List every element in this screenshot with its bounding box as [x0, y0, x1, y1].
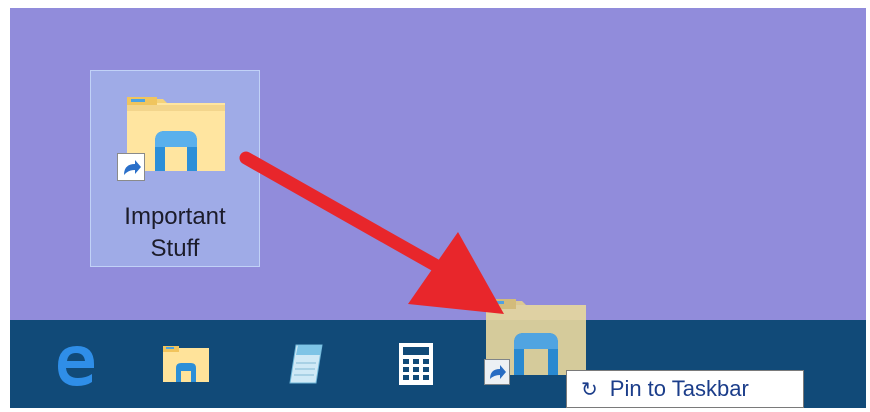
desktop-icon-label-line1: Important: [124, 203, 226, 230]
pin-to-taskbar-tooltip: ↻ Pin to Taskbar: [566, 370, 804, 408]
dragged-shortcut-ghost[interactable]: [484, 291, 588, 385]
shortcut-arrow-icon: [484, 359, 510, 385]
edge-icon: [58, 346, 94, 386]
desktop[interactable]: Important Stuff: [10, 8, 866, 320]
taskbar-button-notepad[interactable]: [266, 320, 346, 408]
tooltip-text: Pin to Taskbar: [609, 376, 749, 401]
taskbar-button-file-explorer[interactable]: [146, 320, 226, 408]
taskbar-button-calculator[interactable]: [376, 320, 456, 408]
file-explorer-icon: [163, 346, 209, 382]
desktop-icon-label: Important Stuff: [91, 201, 259, 265]
shortcut-arrow-icon: [117, 153, 145, 181]
calculator-icon: [399, 343, 433, 385]
notepad-icon: [289, 344, 323, 384]
taskbar-button-edge[interactable]: [36, 320, 116, 408]
screenshot-frame: Important Stuff ↻ Pin to Taskbar: [10, 8, 866, 408]
desktop-icon-label-line2: Stuff: [150, 235, 200, 262]
desktop-shortcut-important-stuff[interactable]: Important Stuff: [90, 70, 260, 267]
pin-icon: ↻: [581, 378, 598, 401]
